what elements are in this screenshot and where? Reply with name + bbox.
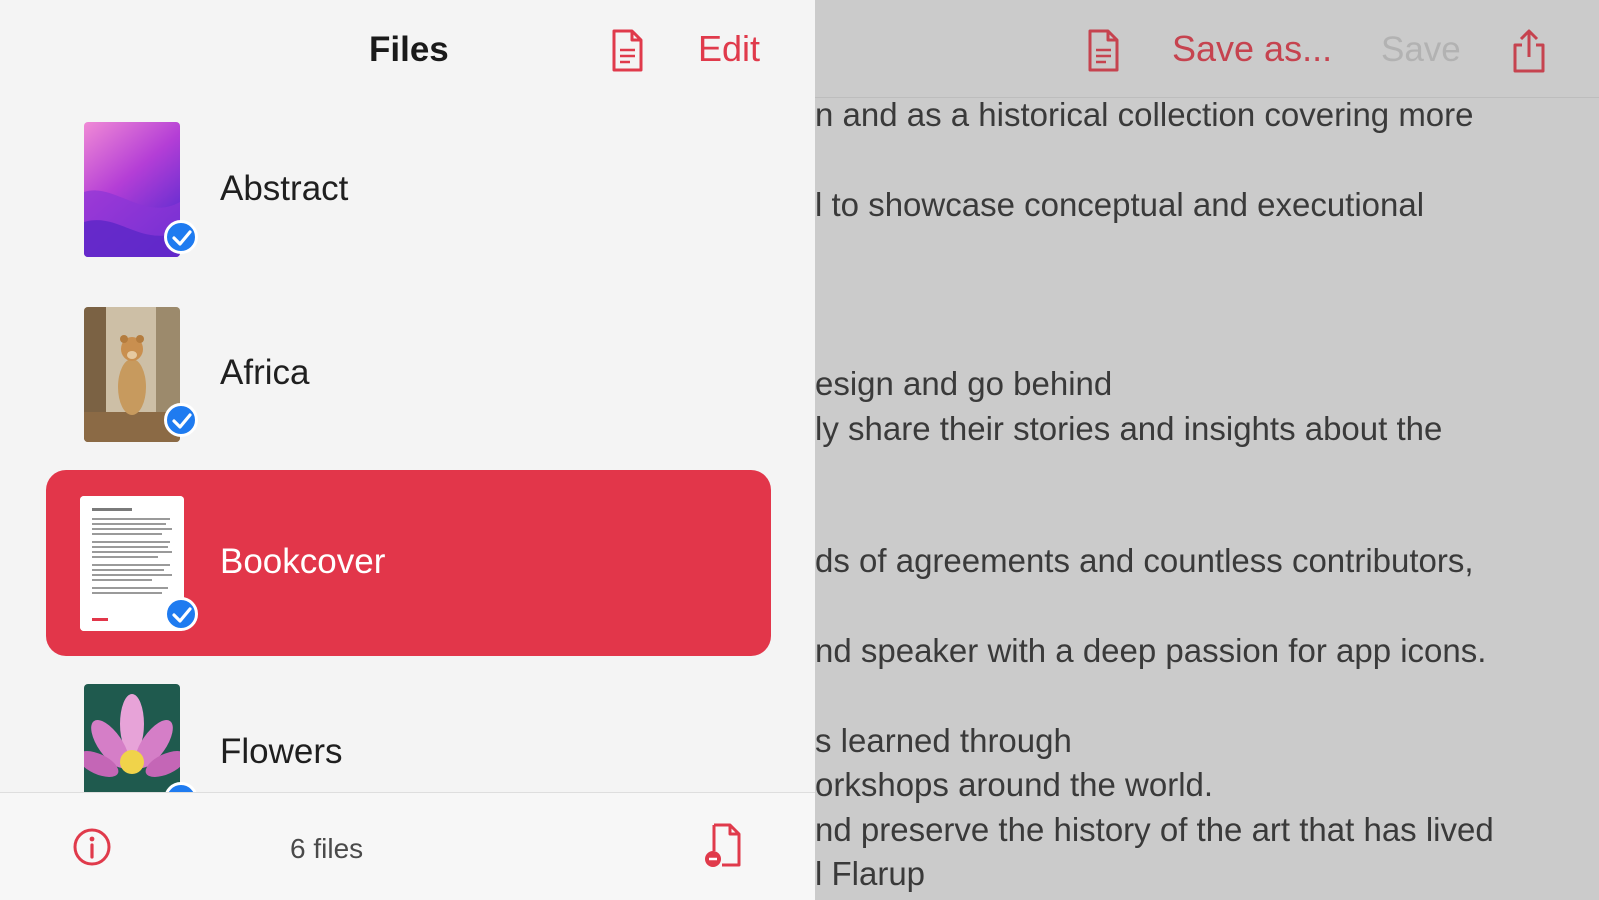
info-icon[interactable] <box>72 827 112 867</box>
document-text-line: l to showcase conceptual and executional <box>815 186 1425 223</box>
document-text-line: orkshops around the world. <box>815 766 1214 803</box>
file-name: Bookcover <box>220 542 386 581</box>
share-icon[interactable] <box>1507 28 1551 74</box>
new-document-icon[interactable] <box>606 28 648 74</box>
document-text-line: esign and go behind <box>815 365 1113 402</box>
document-text-line: ds of agreements and countless contribut… <box>815 542 1474 579</box>
edit-button[interactable]: Edit <box>698 28 760 70</box>
save-button[interactable]: Save <box>1381 30 1461 70</box>
document-text-line: n and as a historical collection coverin… <box>815 96 1474 133</box>
page-title: Files <box>369 30 449 69</box>
save-as-button[interactable]: Save as... <box>1172 28 1332 70</box>
files-footer: 6 files <box>0 792 815 900</box>
import-document-icon[interactable] <box>700 821 746 871</box>
checkmark-badge-icon <box>164 403 198 437</box>
file-row-africa[interactable]: Africa <box>0 293 815 468</box>
file-count: 6 files <box>290 833 364 864</box>
document-text-line: nd speaker with a deep passion for app i… <box>815 632 1487 669</box>
file-name: Flowers <box>220 732 343 771</box>
checkmark-badge-icon <box>164 220 198 254</box>
files-header: Files Edit <box>0 0 815 100</box>
file-name: Abstract <box>220 169 349 208</box>
document-icon[interactable] <box>1081 28 1125 74</box>
document-text-line: nd preserve the history of the art that … <box>815 811 1494 848</box>
document-text-line: l Flarup <box>815 855 926 892</box>
document-pane: Save as... Save n and as a historical co… <box>815 0 1599 900</box>
document-text-line: s learned through <box>815 722 1072 759</box>
file-name: Africa <box>220 353 310 392</box>
file-row-bookcover[interactable]: Bookcover <box>0 470 815 656</box>
document-text-line: ly share their stories and insights abou… <box>815 410 1443 447</box>
file-row-abstract[interactable]: Abstract <box>0 108 815 283</box>
files-sidebar: Files Edit Abstract Africa Bookcover Flo… <box>0 0 815 900</box>
document-toolbar: Save as... Save <box>815 0 1599 98</box>
checkmark-badge-icon <box>164 597 198 631</box>
